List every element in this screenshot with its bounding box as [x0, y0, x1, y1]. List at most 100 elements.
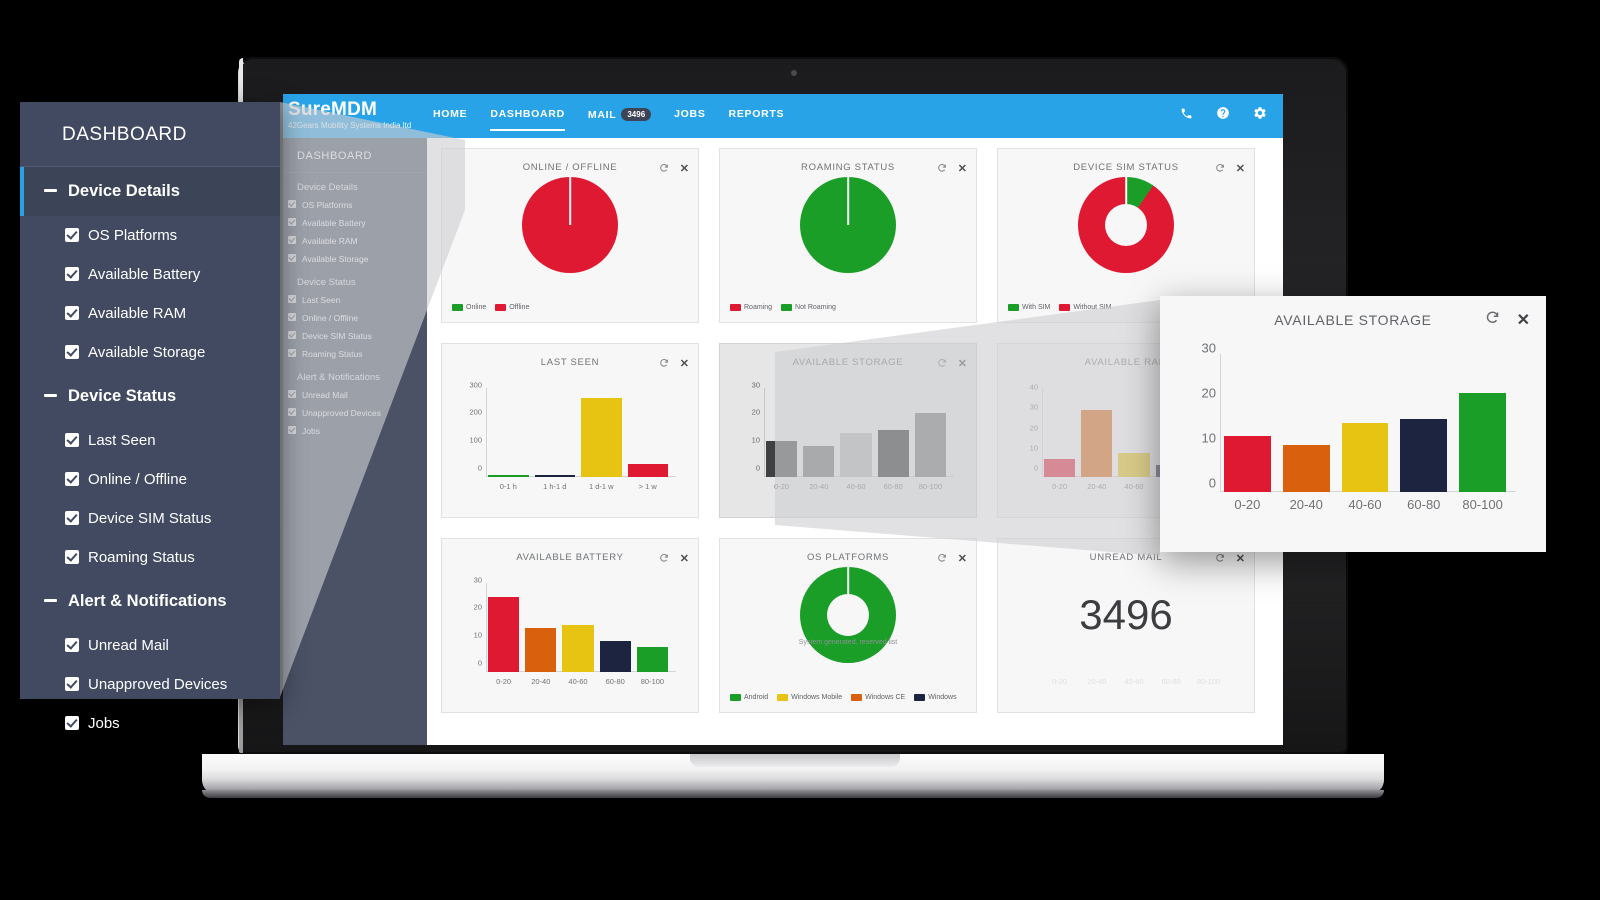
legend-item: Windows Mobile	[777, 694, 842, 701]
callout-item-device-sim-status[interactable]: Device SIM Status	[20, 499, 280, 538]
callout-item-available-battery[interactable]: Available Battery	[20, 255, 280, 294]
bar[interactable]	[599, 641, 631, 672]
chart-available-storage-popup: 0 10 20 30 0-20 20-40 40-60 60-80 80-100	[1186, 341, 1524, 512]
bar-column	[581, 388, 622, 477]
webcam-icon	[791, 70, 797, 76]
y-tick: 200	[469, 407, 482, 417]
checkbox-icon[interactable]	[65, 433, 79, 447]
refresh-icon[interactable]	[1215, 160, 1225, 178]
x-axis: 0-20 20-40 40-60 60-80 80-100	[1224, 497, 1506, 512]
bar-column	[627, 388, 668, 477]
x-tick: 0-20	[496, 677, 512, 686]
collapse-icon[interactable]	[44, 599, 57, 602]
bar[interactable]	[1224, 435, 1271, 492]
y-tick: 100	[469, 435, 482, 445]
refresh-icon[interactable]	[937, 160, 947, 178]
chart-available-battery: 0 10 20 30 0-20 20-40 40-60 60-80 80-100	[464, 575, 684, 686]
bar[interactable]	[488, 475, 529, 477]
close-icon[interactable]: ✕	[1236, 553, 1245, 565]
refresh-icon[interactable]	[659, 550, 669, 568]
close-icon[interactable]: ✕	[680, 553, 689, 565]
checkbox-icon[interactable]	[65, 267, 79, 281]
checkbox-icon[interactable]	[65, 306, 79, 320]
checkbox-icon[interactable]	[65, 677, 79, 691]
nav-mail[interactable]: MAIL 3496	[588, 108, 652, 121]
x-tick: 0-20	[1234, 497, 1261, 512]
callout-item-online-offline[interactable]: Online / Offline	[20, 460, 280, 499]
legend-label: Android	[744, 694, 769, 701]
nav-label: JOBS	[674, 108, 706, 120]
checkbox-icon[interactable]	[65, 472, 79, 486]
callout-item-label: Available RAM	[88, 305, 187, 322]
checkbox-icon[interactable]	[65, 228, 79, 242]
bar[interactable]	[525, 627, 557, 672]
nav-jobs[interactable]: JOBS	[674, 108, 705, 121]
refresh-icon[interactable]	[659, 160, 669, 178]
callout-item-os-platforms[interactable]: OS Platforms	[20, 216, 280, 255]
gear-icon[interactable]	[1253, 106, 1267, 120]
refresh-icon[interactable]	[1215, 550, 1225, 568]
y-tick: 10	[473, 630, 482, 640]
bar[interactable]	[562, 624, 594, 672]
bar[interactable]	[534, 475, 575, 477]
bar[interactable]	[627, 464, 668, 477]
legend-label: Offline	[509, 304, 530, 311]
y-tick: 300	[469, 380, 482, 390]
plot-area	[488, 583, 669, 672]
callout-item-last-seen[interactable]: Last Seen	[20, 421, 280, 460]
bar[interactable]	[636, 646, 669, 672]
close-icon[interactable]: ✕	[1236, 163, 1245, 175]
pie-chart	[800, 177, 896, 273]
bar[interactable]	[488, 596, 520, 672]
close-icon[interactable]: ✕	[680, 163, 689, 175]
callout-group-device-details[interactable]: Device Details	[20, 167, 280, 216]
callout-item-available-ram[interactable]: Available RAM	[20, 294, 280, 333]
callout-item-available-storage[interactable]: Available Storage	[20, 333, 280, 372]
bar[interactable]	[1282, 444, 1330, 492]
nav-dashboard[interactable]: DASHBOARD	[490, 108, 565, 131]
legend-swatch	[730, 694, 741, 701]
bar[interactable]	[581, 398, 622, 477]
checkbox-icon[interactable]	[65, 345, 79, 359]
refresh-icon[interactable]	[659, 355, 669, 373]
callout-item-unapproved-devices[interactable]: Unapproved Devices	[20, 665, 280, 704]
callout-item-unread-mail[interactable]: Unread Mail	[20, 626, 280, 665]
bar[interactable]	[1341, 423, 1389, 492]
bar-column	[636, 583, 669, 672]
checkbox-icon[interactable]	[65, 550, 79, 564]
close-icon[interactable]: ✕	[1517, 312, 1530, 328]
legend-item: Offline	[495, 304, 529, 311]
phone-icon[interactable]	[1180, 107, 1193, 120]
checkbox-icon[interactable]	[65, 638, 79, 652]
callout-item-label: Device SIM Status	[88, 510, 212, 527]
callout-group-device-status[interactable]: Device Status	[20, 372, 280, 421]
laptop-base-notch	[690, 754, 900, 767]
widget-roaming-status: ROAMING STATUS ✕ Roaming Not Roaming	[719, 148, 977, 323]
bar-column	[1459, 354, 1506, 492]
x-tick: 80-100	[640, 677, 665, 686]
zoom-connector-sidebar	[280, 102, 465, 697]
axis-line-y	[486, 583, 487, 672]
refresh-icon[interactable]	[1485, 310, 1500, 330]
callout-item-jobs[interactable]: Jobs	[20, 704, 280, 743]
checkbox-icon[interactable]	[65, 716, 79, 730]
chart-unread-mail-axis: 0-20 20-40 40-60 60-80 80-100	[1020, 583, 1240, 686]
x-tick: 60-80	[1161, 677, 1181, 686]
widget-unread-mail: UNREAD MAIL ✕ 3496 0-20 20-40 40-60 60-80 80…	[997, 538, 1255, 713]
callout-item-label: Unread Mail	[88, 637, 169, 654]
callout-groups: Device Details OS Platforms Available Batt…	[20, 167, 280, 743]
close-icon[interactable]: ✕	[958, 163, 967, 175]
callout-group-alert-notifications[interactable]: Alert & Notifications	[20, 577, 280, 626]
bar[interactable]	[1459, 392, 1506, 492]
help-icon[interactable]	[1216, 106, 1230, 120]
collapse-icon[interactable]	[44, 189, 57, 192]
checkbox-icon[interactable]	[65, 511, 79, 525]
close-icon[interactable]: ✕	[680, 358, 689, 370]
x-tick: 40-60	[568, 677, 588, 686]
nav-reports[interactable]: REPORTS	[729, 108, 785, 121]
main-nav: HOME DASHBOARD MAIL 3496 JOBS REPORTS	[433, 108, 785, 131]
callout-item-roaming-status[interactable]: Roaming Status	[20, 538, 280, 577]
bar[interactable]	[1400, 418, 1448, 492]
legend-swatch	[777, 694, 789, 701]
collapse-icon[interactable]	[44, 394, 57, 397]
